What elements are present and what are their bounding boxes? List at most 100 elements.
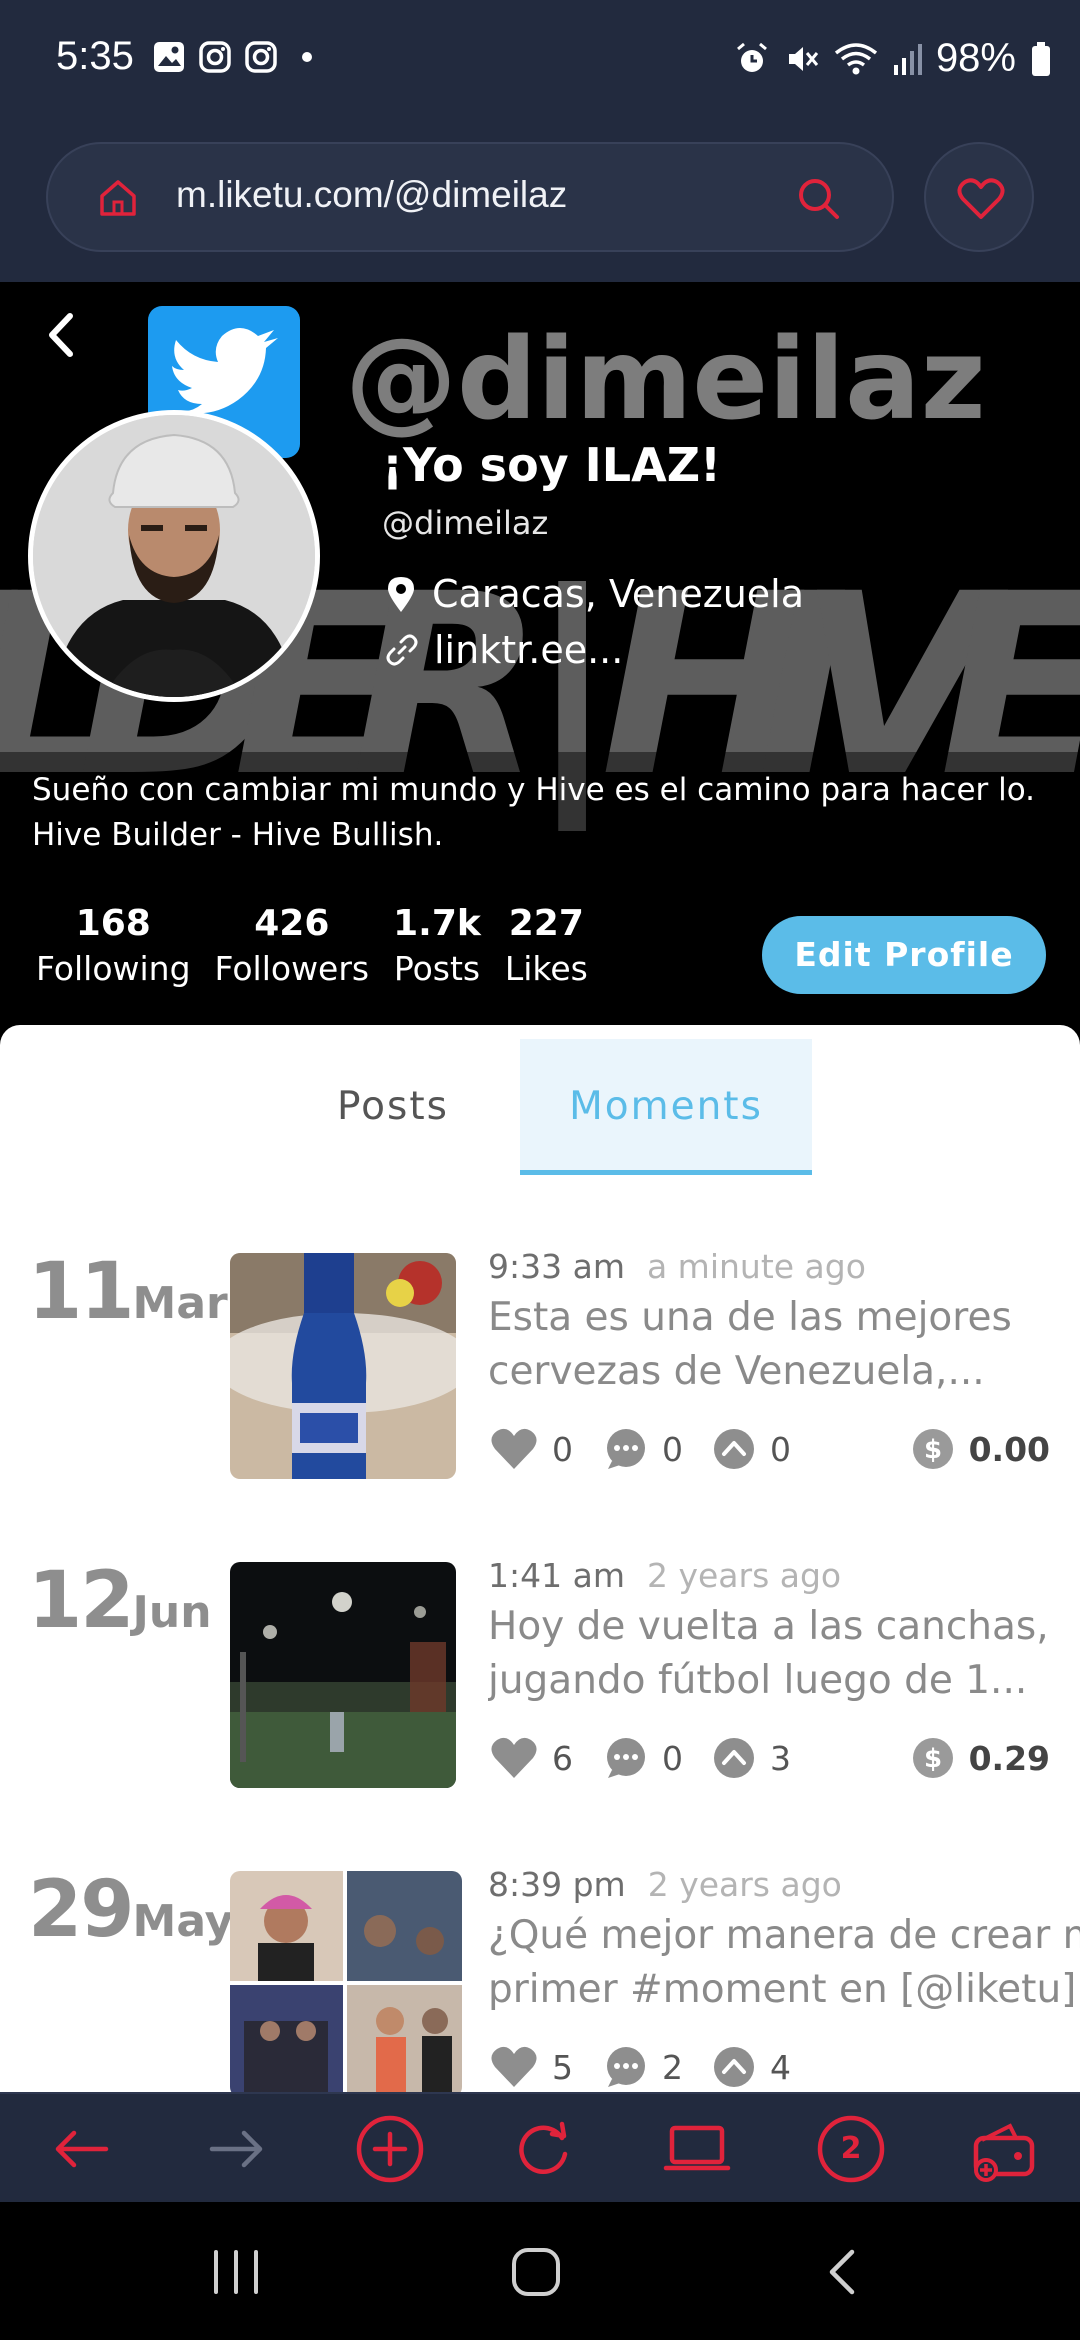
wifi-icon — [834, 42, 878, 74]
stat-value: 168 — [75, 903, 151, 944]
moment-actions: 5 2 4 — [490, 2045, 1050, 2092]
reload-icon[interactable] — [508, 2114, 578, 2184]
comment-button[interactable]: 2 — [604, 2045, 683, 2089]
url-text[interactable]: m.liketu.com/@dimeilaz — [176, 174, 567, 216]
comment-button[interactable]: 0 — [604, 1427, 683, 1471]
system-status-icons: 98% — [734, 36, 1052, 81]
stat-followers[interactable]: 426 Followers — [215, 902, 370, 992]
payout-value: 0.00 — [968, 1429, 1050, 1469]
mute-icon — [788, 46, 819, 71]
gallery-icon — [154, 42, 184, 72]
browser-toolbar: m.liketu.com/@dimeilaz — [0, 118, 1080, 282]
search-icon[interactable] — [794, 174, 842, 222]
moment-time: 9:33 am — [488, 1247, 625, 1286]
like-button[interactable]: 0 — [490, 1427, 573, 1471]
notification-icons — [152, 40, 324, 74]
moment-meta: 8:39 pm 2 years ago — [488, 1865, 842, 1904]
comment-count: 0 — [662, 1738, 683, 1778]
address-bar[interactable]: m.liketu.com/@dimeilaz — [46, 142, 894, 252]
moment-title-line: ¿Qué mejor manera de crear mi — [488, 1913, 1080, 1958]
home-icon[interactable] — [510, 2246, 562, 2298]
website-link[interactable]: linktr.ee... — [386, 628, 623, 672]
moment-day: 12 — [28, 1556, 135, 1646]
stat-value: 227 — [508, 903, 584, 944]
moment-ago: 2 years ago — [646, 1556, 842, 1595]
stat-value: 426 — [254, 903, 330, 944]
upvote-button[interactable]: 0 — [712, 1427, 791, 1471]
moment-actions: 6 0 3 $ 0.29 — [490, 1736, 1050, 1792]
moment-thumbnail[interactable] — [230, 1253, 456, 1479]
heart-icon — [957, 178, 1005, 219]
moment-month: Jun — [132, 1587, 212, 1638]
like-button[interactable]: 5 — [490, 2045, 573, 2089]
moment-day: 29 — [28, 1865, 135, 1955]
profile-tabs: Posts Moments — [0, 1039, 1080, 1175]
comment-count: 0 — [662, 1429, 683, 1469]
alarm-icon — [736, 42, 767, 72]
moment-title-line: primer #moment en [@liketu]... — [488, 1967, 1080, 2012]
moment-time: 1:41 am — [488, 1556, 625, 1595]
wallet-icon[interactable] — [968, 2114, 1038, 2184]
upvote-button[interactable]: 3 — [712, 1736, 791, 1780]
moment-title[interactable]: ¿Qué mejor manera de crear mi primer #mo… — [488, 1909, 1080, 2017]
signal-icon — [893, 43, 922, 75]
stat-likes[interactable]: 227 Likes — [505, 902, 588, 992]
back-icon[interactable] — [822, 2246, 862, 2298]
favorite-button[interactable] — [924, 142, 1034, 252]
status-time: 5:35 — [56, 34, 134, 78]
add-tab-icon[interactable] — [355, 2114, 425, 2184]
heart-icon — [491, 2046, 537, 2087]
moment-month: May — [132, 1896, 234, 1947]
like-button[interactable]: 6 — [490, 1736, 573, 1780]
like-count: 5 — [552, 2047, 573, 2087]
upvote-button[interactable]: 4 — [712, 2045, 791, 2089]
profile-header: @dimeilaz ILDER | HIVE ¡Yo soy ILAZ! @di… — [0, 282, 1080, 1037]
moment-item[interactable]: 29May 8:39 pm 2 years ago ¿Qué mejor man… — [0, 1865, 1080, 2092]
moment-thumbnail[interactable] — [230, 1562, 456, 1788]
svg-text:$: $ — [924, 1435, 942, 1465]
desktop-icon[interactable] — [662, 2114, 732, 2184]
profile-content: Posts Moments 11Mar 9:33 am a minute ago — [0, 1025, 1080, 2092]
tab-moments[interactable]: Moments — [520, 1039, 812, 1175]
moment-ago: 2 years ago — [647, 1865, 842, 1904]
forward-arrow-icon[interactable] — [202, 2114, 272, 2184]
link-icon — [386, 634, 418, 666]
location-pin-icon — [388, 577, 414, 612]
back-arrow-icon[interactable] — [44, 310, 78, 360]
payout: $ 0.29 — [911, 1736, 1050, 1780]
comment-button[interactable]: 0 — [604, 1736, 683, 1780]
back-arrow-icon[interactable] — [46, 2114, 116, 2184]
photo-collage — [230, 1871, 462, 2092]
stat-posts[interactable]: 1.7k Posts — [393, 902, 481, 992]
moment-item[interactable]: 11Mar 9:33 am a minute ago Esta es una de… — [0, 1247, 1080, 1487]
link-text[interactable]: linktr.ee... — [434, 628, 623, 672]
payout-value: 0.29 — [968, 1738, 1050, 1778]
tab-posts[interactable]: Posts — [248, 1039, 538, 1175]
payout: $ 0.00 — [911, 1427, 1050, 1471]
moment-title[interactable]: Esta es una de las mejores cervezas de V… — [488, 1291, 1080, 1399]
stat-following[interactable]: 168 Following — [36, 902, 191, 992]
moment-title-line: Esta es una de las mejores — [488, 1295, 1012, 1340]
moment-time: 8:39 pm — [488, 1865, 626, 1904]
stat-label: Posts — [393, 949, 481, 988]
location-row: Caracas, Venezuela — [386, 572, 804, 616]
recent-apps-icon[interactable] — [210, 2248, 262, 2296]
profile-handle: @dimeilaz — [382, 504, 549, 542]
comment-count: 2 — [662, 2047, 683, 2087]
comment-icon — [607, 1738, 645, 1778]
moment-title[interactable]: Hoy de vuelta a las canchas, jugando fút… — [488, 1600, 1080, 1708]
football-field-photo — [230, 1562, 456, 1788]
avatar[interactable] — [28, 410, 320, 702]
moment-date: 29May — [28, 1865, 233, 1955]
moment-month: Mar — [132, 1278, 228, 1329]
edit-profile-button[interactable]: Edit Profile — [762, 916, 1046, 994]
tabs-count-icon[interactable]: 2 — [816, 2114, 886, 2184]
location-text: Caracas, Venezuela — [432, 572, 805, 616]
moment-thumbnail[interactable] — [230, 1871, 462, 2092]
home-icon[interactable] — [96, 176, 140, 220]
system-navigation-bar — [0, 2202, 1080, 2340]
moment-item[interactable]: 12Jun 1:41 am 2 years ago Hoy de vuelta a… — [0, 1556, 1080, 1796]
moment-actions: 0 0 0 $ 0.00 — [490, 1427, 1050, 1483]
comment-icon — [607, 1429, 645, 1469]
tab-count: 2 — [840, 2131, 862, 2166]
